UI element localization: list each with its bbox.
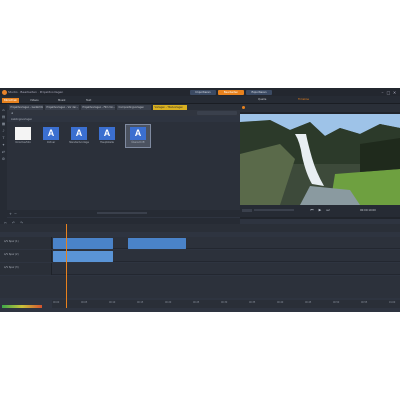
menu-item-videos[interactable]: Videos — [28, 98, 41, 103]
ruler-label: 00:15 — [137, 301, 144, 304]
library-bottom-bar: + − — [7, 210, 240, 217]
tab-doc-3[interactable]: Projektvorlagen - Film Vor... — [81, 104, 115, 110]
mode-edit-button[interactable]: Bearbeiten — [218, 89, 244, 95]
thumbnail-label: Standardvorlage — [69, 141, 89, 144]
scrub-bar[interactable] — [254, 209, 294, 211]
title-clip[interactable] — [53, 251, 113, 262]
library-item-4[interactable]: A Hauptstelle — [99, 127, 115, 144]
zoom-slider[interactable] — [97, 212, 147, 214]
maximize-icon[interactable]: □ — [386, 90, 391, 95]
ruler-label: 01:00 — [389, 301, 396, 304]
ruler-label: 00:25 — [193, 301, 200, 304]
timecode-display — [242, 209, 252, 212]
volume-meter — [2, 305, 42, 308]
play-icon[interactable]: ▶ — [318, 208, 322, 212]
thumbnail-label: Vorschaufoto — [15, 141, 31, 144]
thumbnail-image: A — [99, 127, 115, 140]
timeline-empty-area — [0, 276, 400, 298]
folder-icon[interactable]: ▤ — [2, 115, 6, 119]
ruler-label: 00:30 — [221, 301, 228, 304]
thumbnail-image: A — [71, 127, 87, 140]
thumbnail-label: Überschrift — [131, 141, 145, 144]
preview-video — [240, 114, 400, 205]
tab-source[interactable]: Quelle — [258, 98, 266, 102]
timeline-header — [0, 224, 400, 232]
record-icon — [242, 106, 245, 109]
ruler-label: 00:50 — [333, 301, 340, 304]
menu-item-library[interactable]: Bibliothek — [2, 97, 19, 103]
track-row: A/V Spur (2) — [0, 250, 400, 262]
track-row: A/V Spur (3) — [0, 263, 400, 275]
ruler-label: 00:35 — [249, 301, 256, 304]
left-toolbar: ⌂ ▤ ▦ ♪ T ✦ ⇄ ⚙ — [0, 104, 7, 218]
library-item-2[interactable]: A Ordner — [43, 127, 59, 144]
tab-doc-5[interactable]: Vorlagen - Titelvorlagen — [153, 104, 187, 110]
settings-icon[interactable]: ⚙ — [2, 157, 6, 161]
track-name: A/V Spur (3) — [4, 266, 19, 269]
waterfall-image — [240, 114, 400, 205]
tab-doc-4[interactable]: Compositingvorlagen — [117, 104, 151, 110]
track-name: A/V Spur (1) — [4, 240, 19, 243]
tab-timeline[interactable]: Timeline — [298, 98, 309, 102]
menu-item-text[interactable]: Text — [84, 98, 93, 103]
title-bar: Studio · Bearbeiten · Projektvorlagen Im… — [0, 88, 400, 96]
tab-doc-2[interactable]: Projektvorlagen - Vor der... — [45, 104, 79, 110]
library-item-1[interactable]: Vorschaufoto — [15, 127, 31, 144]
thumbnail-image — [15, 127, 31, 140]
menu-item-music[interactable]: Musik — [56, 98, 67, 103]
preview-controls: ⏮ ▶ ⏭ 00:00:10:00 — [240, 205, 400, 217]
minimize-icon[interactable]: – — [380, 90, 385, 95]
library-item-5[interactable]: A Überschrift — [130, 127, 146, 144]
transition-icon[interactable]: ⇄ — [2, 150, 6, 154]
effects-icon[interactable]: ✦ — [2, 143, 6, 147]
mode-import-button[interactable]: Importieren — [190, 89, 216, 95]
text-icon[interactable]: T — [2, 136, 6, 140]
track-row: A/V Spur (1) — [0, 237, 400, 249]
ruler-label: 00:20 — [165, 301, 172, 304]
music-icon[interactable]: ♪ — [2, 129, 6, 133]
ruler-label: 00:40 — [277, 301, 284, 304]
back-icon[interactable]: ◂ — [11, 111, 15, 115]
add-icon[interactable]: + — [9, 212, 13, 216]
track-name: A/V Spur (2) — [4, 253, 19, 256]
close-icon[interactable]: ✕ — [392, 90, 397, 95]
thumbnail-image: A — [43, 127, 59, 140]
home-icon[interactable]: ⌂ — [2, 108, 6, 112]
tab-doc-1[interactable]: Projektvorlagen - Gedächtni... — [9, 104, 43, 110]
ruler-label: 00:10 — [109, 301, 116, 304]
thumbnail-label: Hauptstelle — [100, 141, 114, 144]
window-title: Studio · Bearbeiten · Projektvorlagen — [8, 89, 64, 94]
film-icon[interactable]: ▦ — [2, 122, 6, 126]
thumbnail-label: Ordner — [46, 141, 56, 144]
playhead[interactable] — [66, 224, 67, 308]
track-header: A/V Spur (3) — [0, 263, 52, 275]
menu-bar: Bibliothek Videos Musik Text Quelle Time… — [0, 96, 400, 104]
track-header: A/V Spur (2) — [0, 250, 52, 262]
next-icon[interactable]: ⏭ — [326, 208, 330, 212]
timeline-ruler: 00:00 00:05 00:10 00:15 00:20 00:25 00:30 00:35… — [52, 300, 400, 308]
ruler-label: 00:00 — [53, 301, 60, 304]
track-header: A/V Spur (1) — [0, 237, 52, 249]
library-search-input[interactable] — [197, 111, 237, 115]
mode-export-button[interactable]: Exportieren — [246, 89, 272, 95]
ruler-label: 00:05 — [81, 301, 88, 304]
preview-timecode: 00:00:10:00 — [360, 208, 376, 212]
ruler-label: 00:45 — [305, 301, 312, 304]
library-content — [7, 122, 240, 210]
preview-header — [240, 104, 400, 112]
delete-icon[interactable]: − — [14, 212, 18, 216]
prev-icon[interactable]: ⏮ — [310, 208, 314, 212]
ruler-label: 00:55 — [361, 301, 368, 304]
library-item-3[interactable]: A Standardvorlage — [69, 127, 89, 144]
app-logo-icon — [2, 89, 7, 95]
folder-label: Lieblingsvorlagen — [11, 117, 33, 121]
video-clip[interactable] — [128, 238, 186, 249]
video-clip[interactable] — [53, 238, 113, 249]
thumbnail-image: A — [130, 127, 146, 140]
